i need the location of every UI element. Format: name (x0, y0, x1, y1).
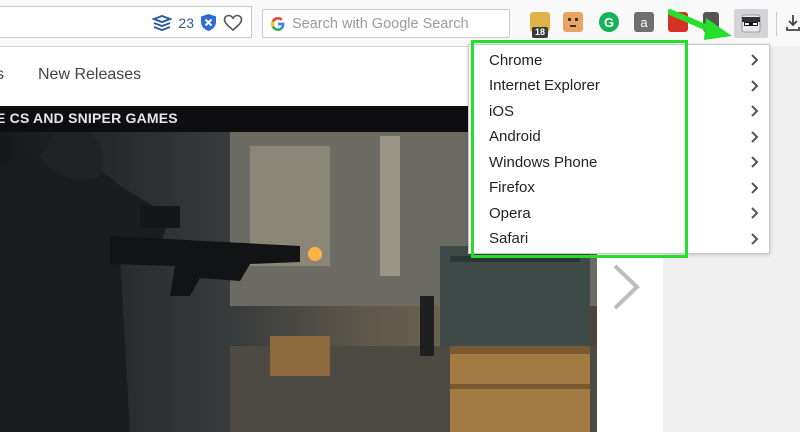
menu-item-label: Internet Explorer (489, 77, 600, 94)
download-icon[interactable] (786, 14, 800, 32)
menu-item-ios[interactable]: iOS (489, 99, 759, 123)
heart-icon[interactable] (223, 14, 243, 32)
mask-icon (741, 14, 761, 33)
menu-item-label: Firefox (489, 179, 535, 196)
chevron-right-icon (751, 105, 759, 117)
extension-badge: 18 (532, 27, 549, 38)
chevron-right-icon (751, 207, 759, 219)
url-bar-icons: 23 (152, 13, 243, 32)
search-placeholder: Search with Google Search (292, 15, 469, 32)
chevron-right-icon (751, 79, 759, 92)
shield-icon[interactable] (200, 13, 217, 32)
search-bar[interactable]: Search with Google Search (262, 9, 510, 38)
extension-face-icon[interactable] (563, 12, 583, 32)
chevron-right-icon (751, 156, 759, 168)
svg-text:a: a (640, 15, 648, 30)
svg-text:G: G (604, 15, 614, 30)
menu-item-label: Chrome (489, 51, 543, 69)
url-bar[interactable]: 23 (0, 6, 252, 38)
menu-item-internet-explorer[interactable]: Internet Explorer (489, 74, 759, 98)
chevron-right-icon (751, 232, 759, 245)
toolbar-divider (776, 12, 777, 36)
menu-item-safari[interactable]: Safari (489, 227, 759, 251)
incognito-extension-button[interactable] (734, 9, 768, 38)
extension-a-icon[interactable]: a (634, 12, 654, 32)
grammarly-icon[interactable]: G (599, 12, 619, 32)
hero-caption: E CS AND SNIPER GAMES (0, 110, 178, 126)
menu-item-chrome[interactable]: Chrome (489, 48, 759, 72)
carousel-next-icon[interactable] (611, 262, 641, 312)
menu-item-android[interactable]: Android (489, 125, 759, 149)
menu-item-firefox[interactable]: Firefox (489, 176, 759, 200)
menu-item-label: iOS (489, 102, 515, 120)
menu-item-label: Opera (489, 204, 531, 222)
nav-item-partial[interactable]: s (0, 66, 4, 84)
menu-item-label: Android (489, 128, 541, 145)
user-agent-menu: Chrome Internet Explorer iOS Android Win… (468, 44, 770, 254)
chevron-right-icon (751, 181, 759, 194)
nav-item-new-releases[interactable]: New Releases (38, 66, 141, 84)
green-arrow-annotation-icon (668, 9, 732, 40)
menu-item-label: Windows Phone (489, 153, 598, 171)
menu-item-windows-phone[interactable]: Windows Phone (489, 150, 759, 174)
tracker-count: 23 (178, 14, 194, 31)
chevron-right-icon (751, 54, 759, 66)
google-icon (270, 16, 286, 32)
menu-item-opera[interactable]: Opera (489, 201, 759, 225)
menu-item-label: Safari (489, 230, 529, 247)
layers-icon[interactable] (152, 14, 173, 31)
chevron-right-icon (751, 130, 759, 143)
